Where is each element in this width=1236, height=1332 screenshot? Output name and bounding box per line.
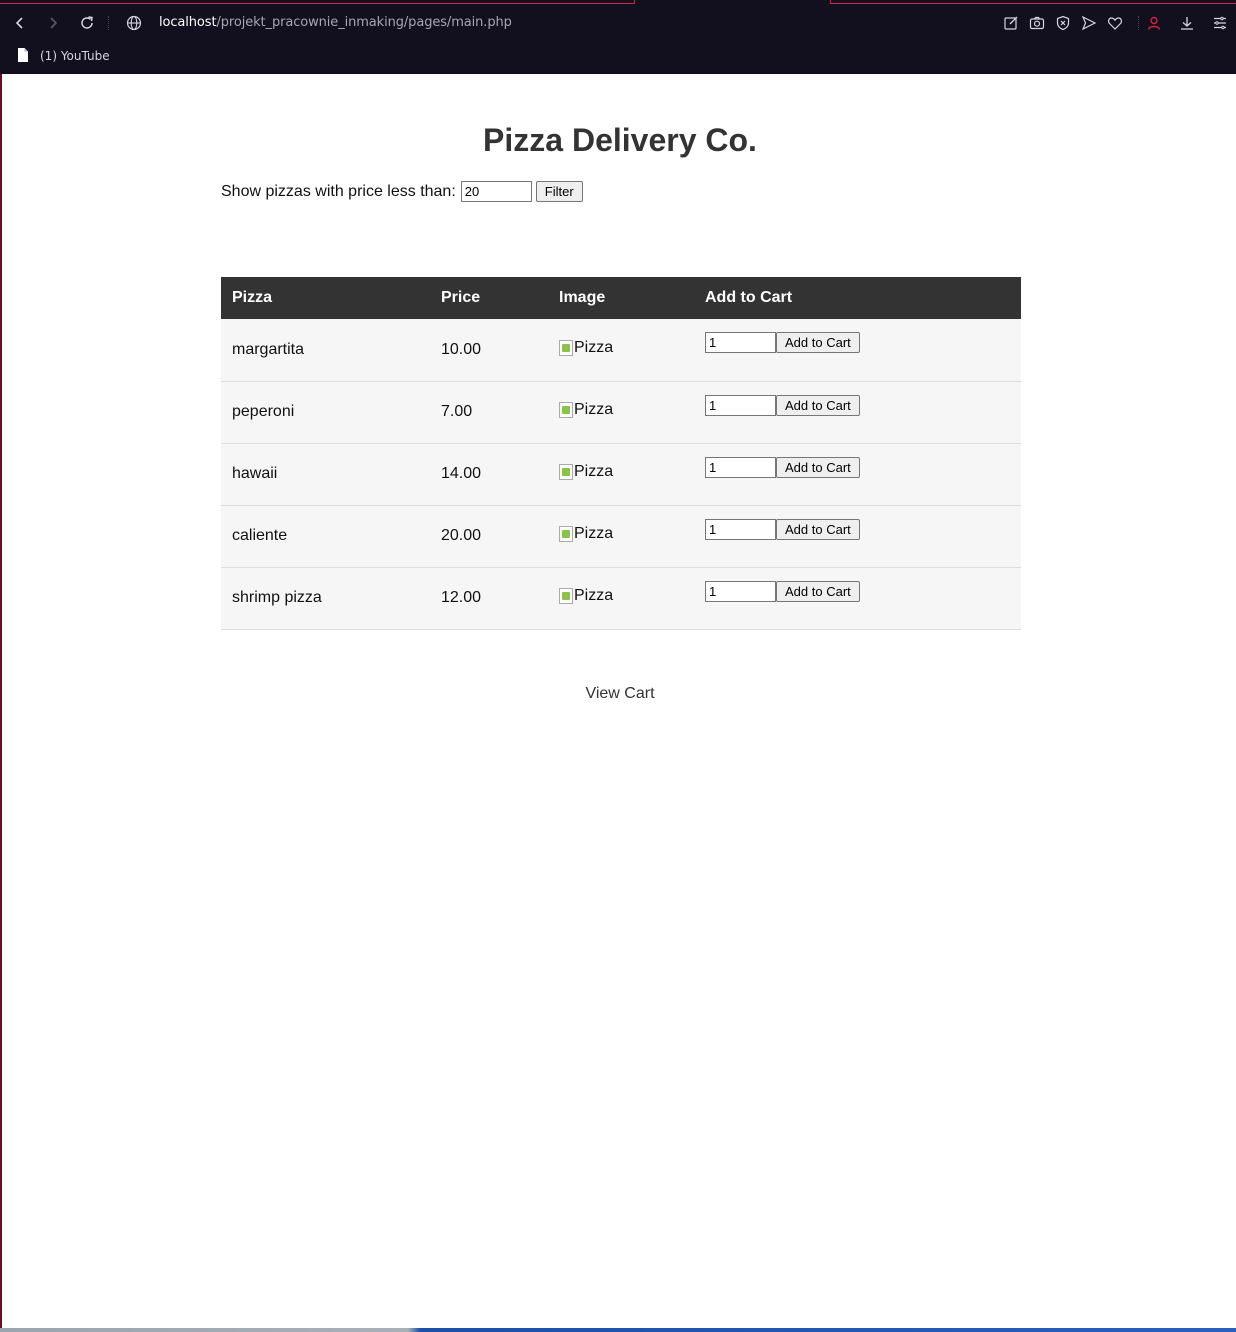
window-edge (0, 74, 2, 1332)
pizza-image: Pizza (559, 401, 613, 419)
globe-icon[interactable] (123, 12, 145, 34)
add-to-cart-cell: Add to Cart (694, 319, 1021, 382)
image-alt-text: Pizza (574, 401, 614, 418)
add-to-cart-form: Add to Cart (705, 580, 1010, 602)
pizza-image-cell: Pizza (548, 381, 694, 444)
filter-button[interactable]: Filter (535, 181, 583, 202)
price-filter-form: Show pizzas with price less than: Filter (221, 181, 583, 202)
add-to-cart-cell: Add to Cart (694, 567, 1021, 630)
broken-image-icon (559, 464, 573, 480)
forward-arrow-icon[interactable] (42, 12, 64, 34)
pizza-image-cell: Pizza (548, 567, 694, 630)
edit-share-icon[interactable] (1001, 13, 1021, 33)
view-cart-link[interactable]: View Cart (0, 685, 1236, 703)
toolbar-divider (1138, 16, 1140, 30)
pizza-price: 20.00 (430, 505, 548, 568)
pizza-image-cell: Pizza (548, 443, 694, 506)
file-icon (16, 47, 30, 66)
quantity-input[interactable] (705, 394, 776, 416)
add-to-cart-button[interactable]: Add to Cart (776, 518, 860, 540)
pizza-image-cell: Pizza (548, 319, 694, 382)
camera-icon[interactable] (1027, 13, 1047, 33)
table-row: margartita 10.00 Pizza Add to Cart (221, 319, 1021, 382)
profile-icon[interactable] (1144, 13, 1164, 33)
bookmark-youtube[interactable]: (1) YouTube (16, 46, 110, 66)
heart-icon[interactable] (1105, 13, 1125, 33)
add-to-cart-button[interactable]: Add to Cart (776, 332, 860, 353)
filter-label: Show pizzas with price less than: (221, 182, 456, 200)
pizza-image: Pizza (559, 463, 613, 481)
broken-image-icon (559, 402, 573, 418)
add-to-cart-cell: Add to Cart (694, 443, 1021, 506)
quantity-input[interactable] (705, 456, 776, 478)
taskbar-edge (0, 1328, 1236, 1332)
pizza-image: Pizza (559, 587, 613, 605)
pizza-name: margartita (221, 319, 430, 382)
pizza-name: peperoni (221, 381, 430, 444)
table-row: hawaii 14.00 Pizza Add to Cart (221, 443, 1021, 506)
add-to-cart-cell: Add to Cart (694, 505, 1021, 568)
active-tab-edge-right (830, 0, 1236, 4)
image-alt-text: Pizza (574, 338, 614, 356)
pizza-price: 10.00 (430, 319, 548, 382)
max-price-input[interactable] (460, 181, 532, 202)
table-header-row: Pizza Price Image Add to Cart (221, 277, 1021, 319)
header-image: Image (548, 277, 694, 319)
add-to-cart-cell: Add to Cart (694, 381, 1021, 444)
add-to-cart-button[interactable]: Add to Cart (776, 456, 860, 478)
pizza-name: shrimp pizza (221, 567, 430, 630)
pizza-name: hawaii (221, 443, 430, 506)
reload-icon[interactable] (76, 12, 98, 34)
pizza-image: Pizza (559, 339, 613, 357)
image-alt-text: Pizza (574, 587, 614, 604)
broken-image-icon (559, 339, 573, 356)
add-to-cart-button[interactable]: Add to Cart (776, 394, 860, 416)
table-row: caliente 20.00 Pizza Add to Cart (221, 505, 1021, 568)
shield-icon[interactable] (1053, 13, 1073, 33)
broken-image-icon (559, 526, 573, 542)
image-alt-text: Pizza (574, 525, 614, 542)
image-alt-text: Pizza (574, 463, 614, 480)
quantity-input[interactable] (705, 332, 776, 353)
pizza-price: 12.00 (430, 567, 548, 630)
quantity-input[interactable] (705, 518, 776, 540)
download-icon[interactable] (1177, 13, 1197, 33)
table-row: peperoni 7.00 Pizza Add to Cart (221, 381, 1021, 444)
pizza-image: Pizza (559, 525, 613, 543)
broken-image-icon (559, 588, 573, 604)
page-title: Pizza Delivery Co. (483, 122, 757, 158)
add-to-cart-form: Add to Cart (705, 332, 1010, 353)
add-to-cart-button[interactable]: Add to Cart (776, 580, 860, 602)
active-tab-edge-left (0, 0, 635, 4)
browser-toolbar: localhost/projekt_pracownie_inmaking/pag… (0, 0, 1236, 74)
quantity-input[interactable] (705, 580, 776, 602)
url-host: localhost (159, 15, 217, 30)
table-row: shrimp pizza 12.00 Pizza Add to Cart (221, 567, 1021, 630)
menu-icon[interactable] (1210, 13, 1230, 33)
url-path: /projekt_pracownie_inmaking/pages/main.p… (216, 15, 512, 30)
add-to-cart-form: Add to Cart (705, 394, 1010, 416)
pizza-image-cell: Pizza (548, 505, 694, 568)
header-price: Price (430, 277, 548, 319)
pizza-table: Pizza Price Image Add to Cart margartita… (221, 277, 1021, 630)
send-icon[interactable] (1079, 13, 1099, 33)
header-add-to-cart: Add to Cart (694, 277, 1021, 319)
add-to-cart-form: Add to Cart (705, 518, 1010, 540)
add-to-cart-form: Add to Cart (705, 456, 1010, 478)
pizza-name: caliente (221, 505, 430, 568)
pizza-price: 7.00 (430, 381, 548, 444)
pizza-price: 14.00 (430, 443, 548, 506)
address-bar[interactable]: localhost/projekt_pracownie_inmaking/pag… (159, 15, 512, 30)
back-arrow-icon[interactable] (9, 12, 31, 34)
toolbar-divider (108, 16, 110, 30)
bookmark-label: (1) YouTube (40, 49, 110, 63)
header-pizza: Pizza (221, 277, 430, 319)
